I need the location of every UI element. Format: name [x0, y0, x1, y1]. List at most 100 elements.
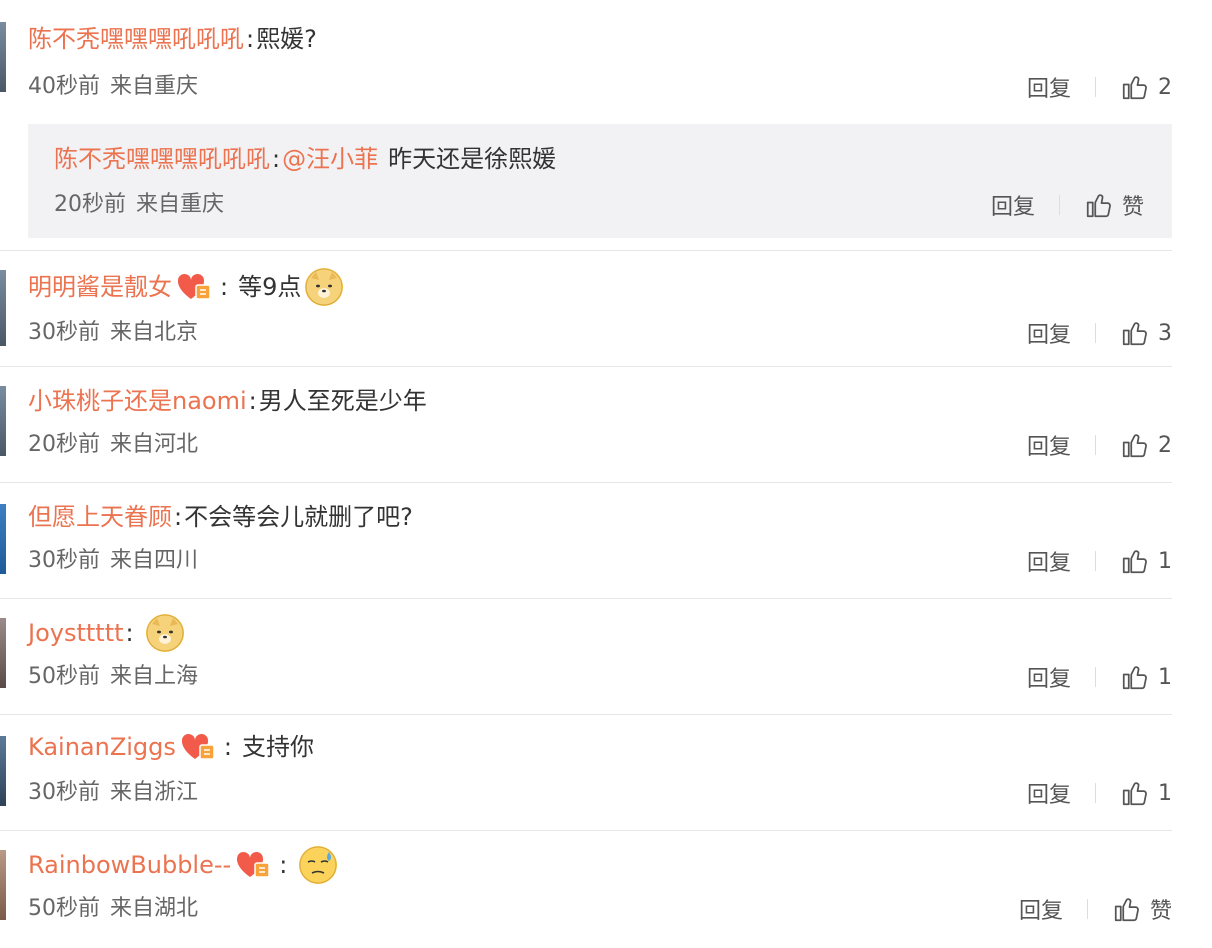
- like-count: 1: [1158, 548, 1172, 574]
- thumbs-up-icon: [1122, 322, 1147, 346]
- like-button[interactable]: 2: [1120, 430, 1172, 460]
- thumbs-up-icon: [1114, 898, 1139, 922]
- comment-username[interactable]: KainanZiggs: [28, 730, 176, 764]
- comment-colon: :: [125, 619, 134, 647]
- comment-actions: 回复 1: [1027, 660, 1172, 694]
- reply-text: 昨天还是徐熙媛: [388, 145, 557, 173]
- vip-heart-badge: [176, 272, 214, 302]
- like-count: 2: [1158, 74, 1172, 100]
- comment-source: 来自北京: [110, 320, 199, 345]
- action-separator: [1058, 195, 1060, 215]
- reply-button[interactable]: 回复: [1027, 71, 1071, 103]
- comment-username[interactable]: 但愿上天眷顾: [28, 500, 172, 534]
- like-button[interactable]: 1: [1120, 778, 1172, 808]
- like-count: 赞: [1149, 899, 1172, 924]
- like-button[interactable]: 1: [1120, 662, 1172, 692]
- comment-item: Joysttttt : 50秒前 来自上海 回复 1: [0, 598, 1172, 714]
- comment-colon: :: [220, 273, 229, 301]
- comment-meta: 30秒前 来自北京: [28, 318, 198, 348]
- reply-button[interactable]: 回复: [1019, 893, 1063, 925]
- reply-username[interactable]: 陈不秃嘿嘿嘿吼吼吼: [54, 142, 270, 176]
- like-button[interactable]: 1: [1120, 546, 1172, 576]
- comment-source: 来自河北: [110, 432, 199, 457]
- action-separator: [1095, 435, 1096, 455]
- comment-source: 来自湖北: [110, 896, 199, 921]
- thumbs-up-icon: [1086, 194, 1111, 218]
- comment-source: 来自重庆: [110, 74, 199, 99]
- comment-item: 小珠桃子还是naomi : 男人至死是少年 20秒前 来自河北 回复 2: [0, 366, 1172, 482]
- comment-meta: 50秒前 来自上海: [28, 662, 198, 692]
- comment-item: RainbowBubble-- : 50秒前 来自湖北 回复 赞: [0, 830, 1172, 948]
- thumbs-up-icon: [1122, 666, 1147, 690]
- reply-source: 来自重庆: [136, 192, 225, 217]
- comment-meta: 30秒前 来自浙江: [28, 778, 198, 808]
- comment-actions: 回复 赞: [1019, 892, 1172, 926]
- comment-username[interactable]: RainbowBubble--: [28, 848, 231, 882]
- comment-item: 陈不秃嘿嘿嘿吼吼吼 : 熙媛? 40秒前 来自重庆 回复 2 陈不秃嘿嘿嘿吼吼吼 …: [0, 0, 1172, 250]
- comment-username[interactable]: 明明酱是靓女: [28, 270, 172, 304]
- comment-colon: :: [223, 733, 232, 761]
- like-count: 1: [1158, 780, 1172, 806]
- action-separator: [1095, 667, 1096, 687]
- action-separator: [1086, 899, 1088, 919]
- comment-text: 等9点: [238, 273, 302, 301]
- comment-colon: :: [174, 503, 183, 531]
- reply-button[interactable]: 回复: [1027, 545, 1071, 577]
- avatar[interactable]: [0, 504, 6, 574]
- like-button[interactable]: 3: [1120, 318, 1172, 348]
- comment-username[interactable]: Joysttttt: [28, 616, 124, 650]
- avatar[interactable]: [0, 22, 6, 92]
- doge-emoji: [305, 268, 344, 306]
- mention-link[interactable]: @汪小菲: [282, 142, 378, 176]
- comment-source: 来自四川: [110, 548, 199, 573]
- avatar[interactable]: [0, 386, 6, 456]
- comment-actions: 回复 1: [1027, 776, 1172, 810]
- like-button[interactable]: 赞: [1084, 189, 1144, 221]
- comment-time: 40秒前: [28, 74, 100, 99]
- thumbs-up-icon: [1122, 434, 1147, 458]
- like-count: 2: [1158, 432, 1172, 458]
- reply-button[interactable]: 回复: [1027, 317, 1071, 349]
- comment-source: 来自浙江: [110, 780, 199, 805]
- comment-item: 明明酱是靓女 : 等9点 30秒前 来自北京 回复 3: [0, 250, 1172, 366]
- thumbs-up-icon: [1122, 782, 1147, 806]
- nested-reply: 陈不秃嘿嘿嘿吼吼吼 : @汪小菲 昨天还是徐熙媛 20秒前 来自重庆 回复 赞: [28, 124, 1172, 238]
- comment-meta: 40秒前 来自重庆: [28, 72, 198, 102]
- comment-username[interactable]: 陈不秃嘿嘿嘿吼吼吼: [28, 22, 244, 56]
- comment-item: 但愿上天眷顾 : 不会等会儿就删了吧? 30秒前 来自四川 回复 1: [0, 482, 1172, 598]
- comment-actions: 回复 1: [1027, 544, 1172, 578]
- like-button[interactable]: 2: [1120, 72, 1172, 102]
- reply-meta: 20秒前 来自重庆: [54, 190, 224, 220]
- reply-button[interactable]: 回复: [1027, 777, 1071, 809]
- action-separator: [1095, 323, 1096, 343]
- avatar[interactable]: [0, 850, 6, 920]
- vip-heart-badge: [180, 732, 218, 762]
- like-count: 3: [1158, 320, 1172, 346]
- reply-button[interactable]: 回复: [1027, 429, 1071, 461]
- comment-time: 50秒前: [28, 664, 100, 689]
- comment-time: 30秒前: [28, 548, 100, 573]
- avatar[interactable]: [0, 270, 6, 346]
- comment-username[interactable]: 小珠桃子还是naomi: [28, 384, 247, 418]
- reply-button[interactable]: 回复: [991, 189, 1035, 221]
- avatar[interactable]: [0, 618, 6, 688]
- comment-colon: :: [246, 25, 255, 53]
- like-button[interactable]: 赞: [1112, 893, 1172, 925]
- reply-time: 20秒前: [54, 192, 126, 217]
- sweat-emoji: [299, 846, 338, 884]
- like-count: 1: [1158, 664, 1172, 690]
- comment-meta: 50秒前 来自湖北: [28, 894, 198, 924]
- thumbs-up-icon: [1122, 550, 1147, 574]
- like-count: 赞: [1121, 195, 1144, 220]
- thumbs-up-icon: [1122, 76, 1147, 100]
- comment-actions: 回复 3: [1027, 316, 1172, 350]
- comment-actions: 回复 2: [1027, 428, 1172, 462]
- comment-item: KainanZiggs : 支持你 30秒前 来自浙江 回复 1: [0, 714, 1172, 830]
- comment-time: 50秒前: [28, 896, 100, 921]
- comment-text: 男人至死是少年: [258, 387, 427, 415]
- reply-button[interactable]: 回复: [1027, 661, 1071, 693]
- comment-meta: 20秒前 来自河北: [28, 430, 198, 460]
- comment-colon: :: [279, 851, 288, 879]
- action-separator: [1095, 551, 1096, 571]
- avatar[interactable]: [0, 736, 6, 806]
